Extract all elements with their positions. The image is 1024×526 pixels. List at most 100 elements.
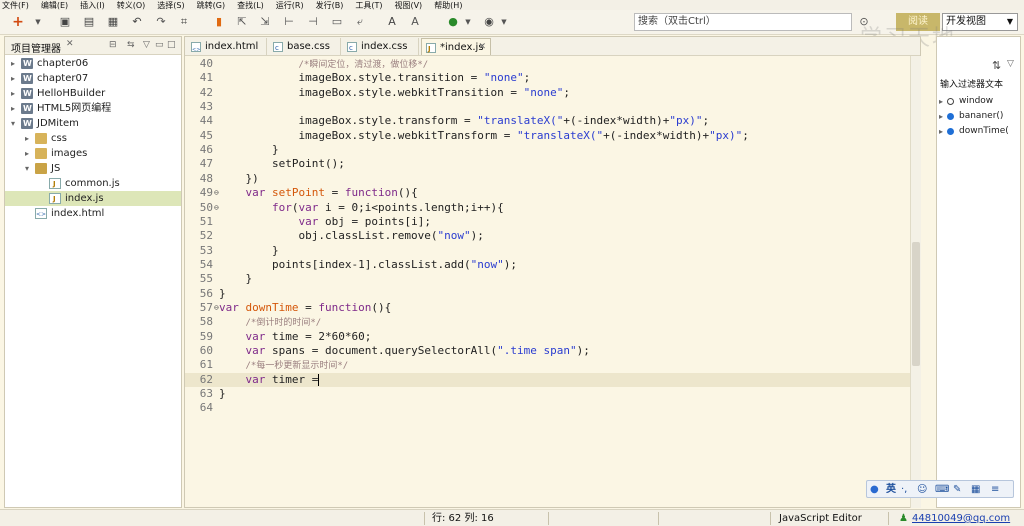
ime-menu-icon[interactable]: ≡ [991,483,999,497]
go-to-icon[interactable]: ⇱ [235,15,249,29]
bookmark-icon[interactable]: ▮ [212,15,226,29]
collapse-arrow-icon[interactable]: ▸ [11,71,15,86]
code-line[interactable]: 40 /*瞬间定位，清过渡，做位移*/ [185,57,910,71]
code-editor[interactable]: index.html base.css index.css *index.js✕ 40… [184,36,921,508]
format-icon[interactable]: ⌗ [177,15,191,29]
menu-item[interactable]: 跳转(G) [195,1,225,10]
font-increase-icon[interactable]: A [385,15,399,29]
outline-item[interactable]: ▸ window [937,94,1021,109]
skin-icon[interactable]: ✎ [953,483,961,497]
collapse-arrow-icon[interactable]: ▸ [25,131,29,146]
menu-item[interactable]: 帮助(H) [432,1,462,10]
code-line[interactable]: 56} [185,287,910,301]
menu-item[interactable]: 插入(I) [78,1,105,10]
code-area[interactable]: 40 /*瞬间定位，清过渡，做位移*/41 imageBox.style.tra… [185,57,920,507]
code-line[interactable]: 61 /*每一秒更新显示时间*/ [185,358,910,372]
tree-item[interactable]: index.html [5,206,181,222]
code-line[interactable]: 50 ⊖ for(var i = 0;i<points.length;i++){ [185,201,910,215]
tree-item[interactable]: index.js [5,191,181,207]
editor-tab[interactable]: index.css [343,38,419,57]
minimize-icon[interactable]: ▭ [155,40,164,50]
save-icon[interactable]: ▣ [58,15,72,29]
ime-language-toggle[interactable]: 英 [886,483,896,497]
collapse-arrow-icon[interactable]: ▸ [11,56,15,71]
menu-item[interactable]: 转义(O) [115,1,146,10]
menu-item[interactable]: 文件(F) [0,1,29,10]
expand-arrow-icon[interactable]: ▾ [25,161,29,176]
code-line[interactable]: 41 imageBox.style.transition = "none"; [185,71,910,85]
editor-tab[interactable]: base.css [269,38,341,57]
outdent-icon[interactable]: ⊣ [306,15,320,29]
collapse-arrow-icon[interactable]: ▸ [939,109,943,124]
redo-icon[interactable]: ↷ [154,15,168,29]
link-editor-icon[interactable]: ⇆ [127,40,135,50]
vertical-scrollbar[interactable] [910,56,921,508]
code-line[interactable]: 60 var spans = document.querySelectorAll… [185,344,910,358]
editor-tab[interactable]: *index.js✕ [421,38,491,58]
code-line[interactable]: 43 [185,100,910,114]
code-line[interactable]: 57 ⊖ var downTime = function(){ [185,301,910,315]
code-line[interactable]: 44 imageBox.style.transform = "translate… [185,114,910,128]
code-line[interactable]: 63} [185,387,910,401]
tree-item[interactable]: ▸ css [5,131,181,146]
tree-item[interactable]: ▾ JDMitem [5,116,181,131]
code-line[interactable]: 52 obj.classList.remove("now"); [185,229,910,243]
collapse-arrow-icon[interactable]: ▸ [11,86,15,101]
outline-item[interactable]: ▸ bananer() [937,109,1021,124]
close-icon[interactable]: ✕ [66,39,74,49]
menu-item[interactable]: 工具(T) [353,1,382,10]
tree-item[interactable]: ▸ HTML5网页编程 [5,101,181,116]
indent-icon[interactable]: ⊢ [282,15,296,29]
expand-arrow-icon[interactable]: ▾ [11,116,15,131]
code-line[interactable]: 48 }) [185,172,910,186]
wrap-icon[interactable]: ⤶ [353,15,367,29]
perspective-selector[interactable]: 开发视图 ▼ [942,13,1018,31]
view-menu-icon[interactable]: ▽ [1007,59,1014,69]
menu-item[interactable]: 查找(L) [235,1,264,10]
tree-item[interactable]: ▸ images [5,146,181,161]
jump-icon[interactable]: ⇲ [258,15,272,29]
new-file-icon[interactable]: + [11,15,25,29]
code-line[interactable]: 59 var time = 2*60*60; [185,330,910,344]
run-icon[interactable]: ● [446,15,460,29]
undo-icon[interactable]: ↶ [130,15,144,29]
tree-item[interactable]: ▸ HelloHBuilder [5,86,181,101]
preview-button[interactable]: 阅读 [896,13,940,31]
collapse-arrow-icon[interactable]: ▸ [939,124,943,139]
menu-item[interactable]: 发行(B) [314,1,344,10]
outline-filter-input[interactable]: 输入过滤器文本 [940,77,1003,90]
code-line[interactable]: 49 ⊖ var setPoint = function(){ [185,186,910,200]
editor-tab[interactable]: index.html [187,38,267,59]
comment-icon[interactable]: ▭ [330,15,344,29]
tree-item[interactable]: common.js [5,176,181,192]
font-decrease-icon[interactable]: A [408,15,422,29]
menu-item[interactable]: 选择(S) [155,1,184,10]
code-line[interactable]: 55 } [185,272,910,286]
close-tab-icon[interactable]: ✕ [478,39,486,56]
collapse-arrow-icon[interactable]: ▸ [11,101,15,116]
search-option-icon[interactable]: ⊙ [857,15,871,29]
keyboard-icon[interactable]: ⌨ [935,483,949,497]
code-line[interactable]: 42 imageBox.style.webkitTransition = "no… [185,86,910,100]
sort-icon[interactable]: ⇅ [992,59,1001,72]
search-input[interactable]: 搜索（双击Ctrl） [634,13,852,31]
save-all-icon[interactable]: ▤ [82,15,96,29]
code-line[interactable]: 62 var timer = [185,372,910,387]
code-line[interactable]: 64 [185,401,910,415]
user-account-link[interactable]: 44810049@qq.com [912,512,1010,525]
punctuation-icon[interactable]: ·, [901,483,907,497]
browser-dropdown-icon[interactable]: ▼ [500,15,508,29]
browser-icon[interactable]: ◉ [482,15,496,29]
code-line[interactable]: 54 points[index-1].classList.add("now"); [185,258,910,272]
scrollbar-thumb[interactable] [912,242,920,366]
tree-item[interactable]: ▸ chapter07 [5,71,181,86]
close-file-icon[interactable]: ▦ [106,15,120,29]
menu-item[interactable]: 运行(R) [274,1,304,10]
collapse-all-icon[interactable]: ⊟ [109,40,117,50]
code-line[interactable]: 53 } [185,244,910,258]
maximize-icon[interactable]: □ [167,40,176,50]
code-line[interactable]: 47 setPoint(); [185,157,910,171]
view-menu-icon[interactable]: ▽ [143,40,150,50]
menu-item[interactable]: 编辑(E) [39,1,68,10]
run-dropdown-icon[interactable]: ▼ [464,15,472,29]
